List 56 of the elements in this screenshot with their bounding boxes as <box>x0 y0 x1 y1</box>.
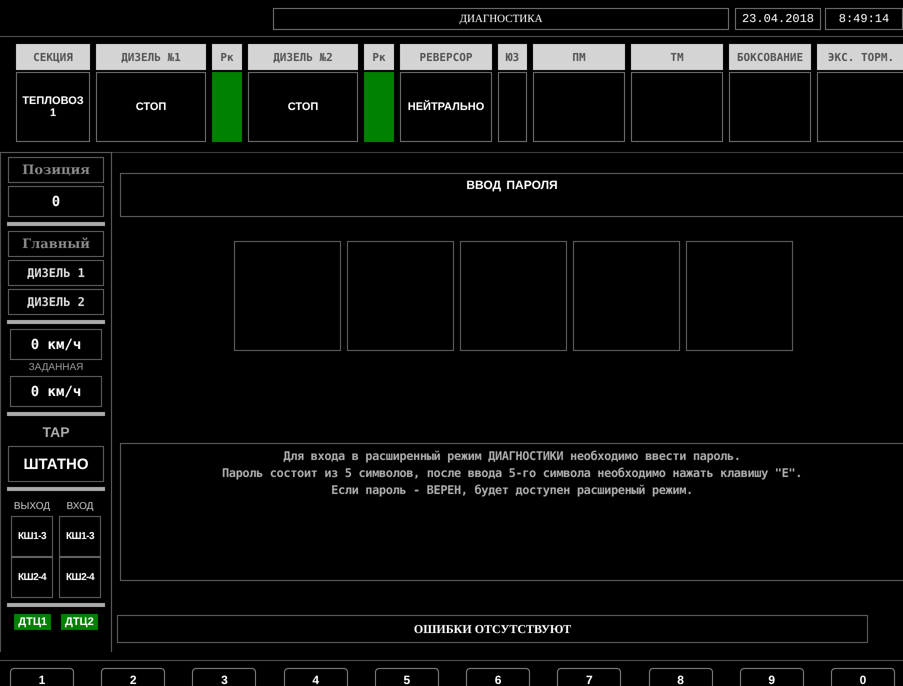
dtc-indicator: ДТЦ1 <box>14 614 51 630</box>
status-value: НЕЙТРАЛЬНО <box>400 72 492 142</box>
key-button[interactable]: 4 <box>284 668 348 686</box>
input-label: ВХОД <box>66 502 94 512</box>
password-title: ВВОД ПАРОЛЯ <box>120 173 903 217</box>
password-slot[interactable] <box>234 241 341 351</box>
key-button[interactable]: 5 <box>374 668 439 686</box>
speed-value: 0 км/ч <box>10 329 102 360</box>
valve-cell: КШ2-4 <box>59 557 101 598</box>
window-title: ДИАГНОСТИКА <box>273 8 729 30</box>
tar-value: ШТАТНО <box>8 446 104 482</box>
message-text: Для входа в расширенный режим ДИАГНОСТИКИ необходимо ввести пароль. <box>283 448 741 465</box>
message-text: Если пароль - ВЕРЕН, будет доступен расширеный режим. <box>331 482 693 499</box>
key-button[interactable]: 0 <box>830 668 895 686</box>
password-slot[interactable] <box>573 241 680 351</box>
diesel-label: ДИЗЕЛЬ 2 <box>8 289 104 315</box>
password-slot[interactable] <box>347 241 454 351</box>
column-header: РЕВЕРСОР <box>400 44 492 70</box>
column-header: ДИЗЕЛЬ №1 <box>96 44 206 70</box>
position-value: 0 <box>8 186 104 217</box>
tar-label: ТАР <box>42 423 70 442</box>
key-button[interactable]: 9 <box>740 668 804 686</box>
column-header: ЭКС. ТОРМ. <box>817 44 903 70</box>
date-display: 23.04.2018 <box>735 8 821 30</box>
status-value: СТОП <box>96 72 206 142</box>
key-button[interactable]: 1 <box>10 668 74 686</box>
status-value: СТОП <box>248 72 358 142</box>
column-header: ДИЗЕЛЬ №2 <box>248 44 358 70</box>
valve-cell: КШ2-4 <box>11 557 53 598</box>
key-button[interactable]: 6 <box>466 668 530 686</box>
set-speed-label: ЗАДАННАЯ <box>28 363 84 373</box>
time-display: 8:49:14 <box>825 8 903 30</box>
dtc-indicator: ДТЦ2 <box>61 614 98 630</box>
valve-cell: КШ1-3 <box>11 516 53 557</box>
position-label: Позиция <box>8 157 104 183</box>
key-button[interactable]: 3 <box>192 668 256 686</box>
main-label: Главный <box>8 231 104 257</box>
column-header: СЕКЦИЯ <box>16 44 90 70</box>
key-button[interactable]: 8 <box>648 668 713 686</box>
password-slot[interactable] <box>686 241 793 351</box>
status-value: ТЕПЛОВОЗ 1 <box>16 72 90 142</box>
key-button[interactable]: 2 <box>101 668 166 686</box>
error-status: ОШИБКИ ОТСУТСТВУЮТ <box>117 615 868 643</box>
column-header: Рк <box>212 44 242 70</box>
column-header: БОКСОВАНИЕ <box>729 44 811 70</box>
key-button[interactable]: 7 <box>557 668 622 686</box>
set-speed-value: 0 км/ч <box>10 376 102 407</box>
message-text: Пароль состоит из 5 символов, после ввода 5-го символа необходимо нажать клавишу "Е". <box>222 465 802 482</box>
valve-cell: КШ1-3 <box>59 516 101 557</box>
column-header: ЮЗ <box>498 44 527 70</box>
column-header: Рк <box>364 44 394 70</box>
diesel-label: ДИЗЕЛЬ 1 <box>8 260 104 286</box>
column-header: ПМ <box>533 44 625 70</box>
output-label: ВЫХОД <box>14 502 50 512</box>
column-header: ТМ <box>631 44 723 70</box>
password-slot[interactable] <box>460 241 567 351</box>
